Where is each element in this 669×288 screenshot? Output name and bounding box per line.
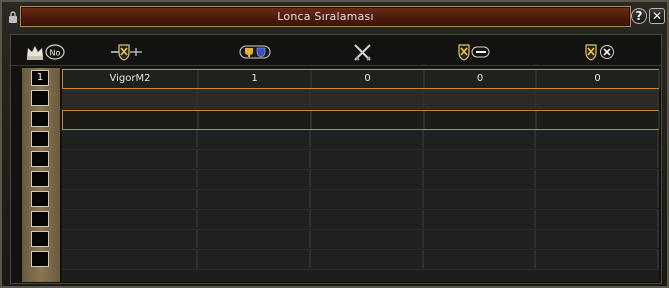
cell-c5 xyxy=(536,210,659,228)
cell-points: 1 xyxy=(199,70,312,88)
cell-c3 xyxy=(312,111,425,129)
crown-rank-icon: No xyxy=(26,44,65,60)
cell-c4 xyxy=(424,170,536,188)
cell-points xyxy=(198,210,311,228)
cell-name xyxy=(63,111,199,129)
rank-number xyxy=(31,151,49,167)
cell-name: VigorM2 xyxy=(63,70,199,88)
cell-c3 xyxy=(311,89,424,107)
table-row[interactable] xyxy=(62,210,659,230)
cell-c3 xyxy=(311,130,424,148)
cell-c3 xyxy=(311,170,424,188)
cell-points xyxy=(199,111,312,129)
crossed-swords-icon xyxy=(354,44,371,61)
cell-name xyxy=(62,130,198,148)
cell-c4: 0 xyxy=(425,70,537,88)
table-row[interactable]: VigorM2 1 0 0 0 xyxy=(62,69,660,89)
cell-c3 xyxy=(311,230,424,248)
rank-number xyxy=(31,90,49,106)
close-button[interactable]: ✕ xyxy=(649,8,665,24)
cell-c5 xyxy=(536,150,659,168)
table-row[interactable] xyxy=(62,250,659,270)
cell-c3 xyxy=(311,150,424,168)
cell-c4 xyxy=(424,150,536,168)
rank-number xyxy=(31,251,49,267)
guild-sword-icon xyxy=(111,44,142,61)
cell-c3: 0 xyxy=(312,70,425,88)
rank-number xyxy=(31,131,49,147)
cell-c5 xyxy=(536,89,659,107)
cell-points xyxy=(198,190,311,208)
cell-c4 xyxy=(425,111,537,129)
cell-points xyxy=(198,250,311,268)
title-plate: Lonca Sıralaması xyxy=(20,6,631,27)
table-row[interactable] xyxy=(62,170,659,190)
title-bar[interactable]: Lonca Sıralaması ? ✕ xyxy=(6,6,665,28)
window-title: Lonca Sıralaması xyxy=(277,10,374,23)
rank-column: 1 xyxy=(22,68,60,282)
cell-c5 xyxy=(536,250,659,268)
cell-points xyxy=(198,130,311,148)
cell-c4 xyxy=(424,230,536,248)
help-button[interactable]: ? xyxy=(631,8,647,24)
cell-points xyxy=(198,230,311,248)
trophy-points-icon xyxy=(239,45,271,59)
lock-icon xyxy=(9,11,17,23)
cell-points xyxy=(198,150,311,168)
cell-c3 xyxy=(311,190,424,208)
cell-name xyxy=(62,190,198,208)
cell-points xyxy=(198,89,311,107)
cell-c5: 0 xyxy=(537,70,660,88)
table-row[interactable] xyxy=(62,110,660,130)
table-row[interactable] xyxy=(62,230,659,250)
cell-c5 xyxy=(536,190,659,208)
cell-name xyxy=(62,210,198,228)
cell-name xyxy=(62,150,198,168)
loss-icon xyxy=(585,44,614,61)
win-icon xyxy=(458,44,490,61)
rank-number xyxy=(31,191,49,207)
column-header-row: No xyxy=(11,35,661,66)
table-row[interactable] xyxy=(62,150,659,170)
cell-c4 xyxy=(424,250,536,268)
cell-c4 xyxy=(424,130,536,148)
cell-name xyxy=(62,230,198,248)
cell-points xyxy=(198,170,311,188)
ranking-panel: No 1 VigorM2 1 0 0 0 xyxy=(10,34,662,284)
table-row[interactable] xyxy=(62,89,659,109)
guild-ranking-window: Lonca Sıralaması ? ✕ No 1 VigorM2 1 0 0 … xyxy=(0,0,669,288)
cell-c4 xyxy=(424,210,536,228)
ranking-table: VigorM2 1 0 0 0 xyxy=(62,68,660,282)
cell-c5 xyxy=(537,111,660,129)
cell-c3 xyxy=(311,250,424,268)
cell-name xyxy=(62,89,198,107)
rank-number xyxy=(31,111,49,127)
cell-c4 xyxy=(424,190,536,208)
cell-c5 xyxy=(536,170,659,188)
rank-number: 1 xyxy=(31,70,49,86)
cell-c4 xyxy=(424,89,536,107)
rank-number xyxy=(31,211,49,227)
table-row[interactable] xyxy=(62,190,659,210)
cell-name xyxy=(62,250,198,268)
rank-no-badge: No xyxy=(50,49,61,58)
cell-c5 xyxy=(536,130,659,148)
cell-c3 xyxy=(311,210,424,228)
table-row[interactable] xyxy=(62,130,659,150)
cell-c5 xyxy=(536,230,659,248)
rank-number xyxy=(31,171,49,187)
rank-number xyxy=(31,231,49,247)
cell-name xyxy=(62,170,198,188)
